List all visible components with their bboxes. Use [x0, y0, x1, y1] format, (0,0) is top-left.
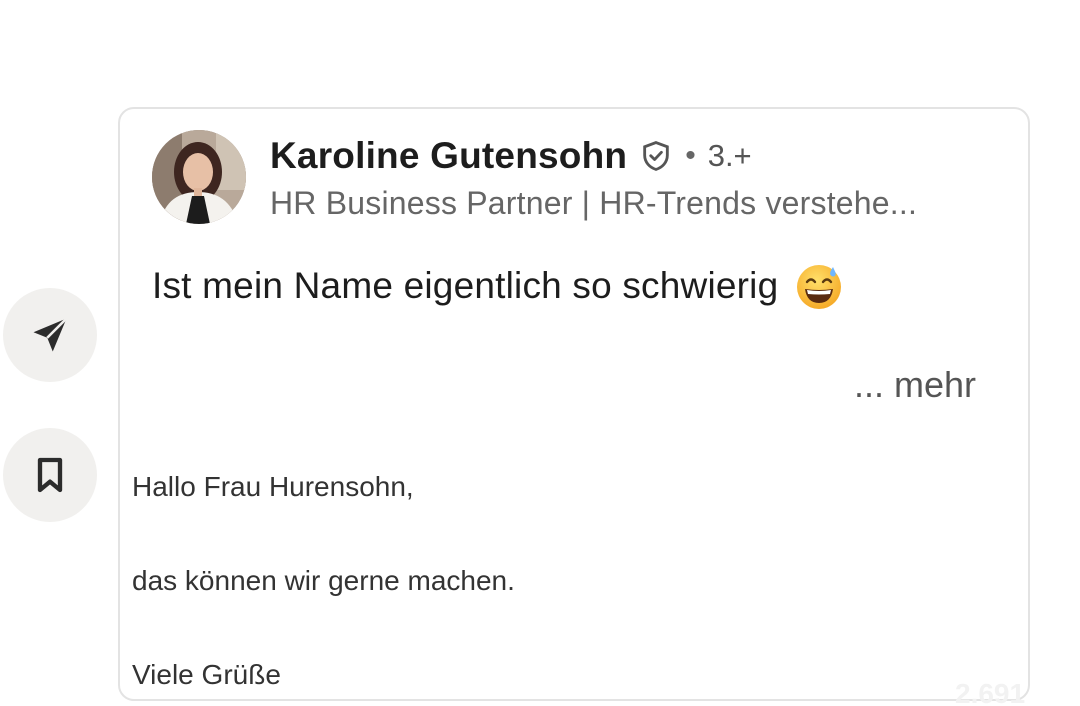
profile-photo: [152, 130, 246, 224]
save-button[interactable]: [3, 428, 97, 522]
count-overlay: 2.691: [955, 678, 1026, 706]
post-text: Ist mein Name eigentlich so schwierig: [152, 261, 844, 311]
post-card: Karoline Gutensohn • 3.+ HR Business Par…: [118, 107, 1030, 701]
post-text-label: Ist mein Name eigentlich so schwierig: [152, 265, 779, 306]
shield-check-icon: [639, 139, 673, 173]
author-line: Karoline Gutensohn • 3.+: [270, 135, 752, 177]
author-name[interactable]: Karoline Gutensohn: [270, 135, 627, 177]
reply-closing: Viele Grüße: [132, 659, 281, 690]
send-button[interactable]: [3, 288, 97, 382]
bookmark-icon: [37, 457, 63, 493]
separator-dot: •: [685, 139, 696, 172]
grinning-face-with-sweat-icon: [794, 261, 844, 311]
screen: Karoline Gutensohn • 3.+ HR Business Par…: [0, 0, 1080, 706]
connection-degree: 3.+: [707, 138, 752, 173]
reply-body: das können wir gerne machen.: [132, 565, 515, 596]
send-icon: [33, 317, 68, 352]
reply-greeting: Hallo Frau Hurensohn,: [132, 471, 414, 502]
see-more-link[interactable]: ... mehr: [854, 364, 976, 406]
author-avatar[interactable]: [152, 130, 246, 224]
author-headline: HR Business Partner | HR-Trends verstehe…: [270, 185, 918, 221]
